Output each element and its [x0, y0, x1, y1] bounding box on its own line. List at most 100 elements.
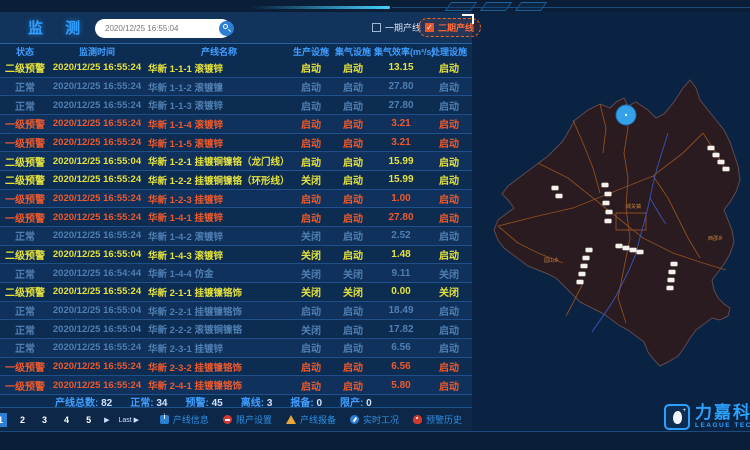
site-marker[interactable] [671, 262, 678, 266]
row-time: 2020/12/25 16:55:24 [50, 62, 144, 73]
table-row[interactable]: 正常2020/12/25 16:55:24华新 1-4-2 滚镀锌关闭启动2.5… [0, 227, 472, 246]
table-rows: 二级预警2020/12/25 16:55:24华新 1-1-1 滚镀锌启动启动1… [0, 59, 472, 395]
city-map[interactable]: 城关镇园山乡西邵乡 [478, 58, 748, 378]
row-production-state: 关闭 [290, 284, 332, 299]
table-row[interactable]: 正常2020/12/25 16:54:44华新 1-4-4 仿金关闭关闭9.11… [0, 264, 472, 283]
site-marker[interactable] [556, 194, 563, 198]
table-row[interactable]: 正常2020/12/25 16:55:04华新 2-2-1 挂镀镍铬饰启动启动1… [0, 302, 472, 321]
legend-buttons: 产线信息 限产设置 产线报备 实时工况 预警历史 [160, 413, 462, 426]
site-marker[interactable] [708, 146, 715, 150]
legend-ic-realtime[interactable]: 实时工况 [350, 413, 399, 426]
alert-marker-icon[interactable] [616, 105, 636, 125]
site-marker[interactable] [669, 270, 676, 274]
table-row[interactable]: 二级预警2020/12/25 16:55:04华新 1-2-1 挂镀铜镍铬（龙门… [0, 152, 472, 171]
legend-label: 实时工况 [363, 413, 399, 426]
site-marker[interactable] [605, 192, 612, 196]
row-status: 一级预警 [0, 210, 50, 225]
row-line-name: 华新 1-2-3 挂镀锌 [144, 192, 290, 206]
logo-en-text: LEAGUE TECH [695, 423, 750, 430]
site-marker[interactable] [606, 210, 613, 214]
table-row[interactable]: 二级预警2020/12/25 16:55:24华新 2-1-1 挂镀镍铬饰关闭关… [0, 283, 472, 302]
row-treatment-state: 启动 [428, 303, 470, 318]
site-marker[interactable] [630, 248, 637, 252]
table-row[interactable]: 一级预警2020/12/25 16:55:24华新 1-2-3 挂镀锌启动启动1… [0, 190, 472, 209]
last-page-button[interactable]: Last ▶ [118, 416, 139, 424]
row-efficiency: 1.00 [374, 193, 428, 204]
site-marker[interactable] [603, 201, 610, 205]
col-efficiency: 集气效率(m³/s) [374, 45, 428, 58]
site-marker[interactable] [605, 219, 612, 223]
table-row[interactable]: 二级预警2020/12/25 16:55:04华新 1-4-3 滚镀锌关闭启动1… [0, 246, 472, 265]
row-line-name: 华新 1-4-4 仿金 [144, 266, 290, 280]
site-marker[interactable] [552, 186, 559, 190]
row-treatment-state: 启动 [428, 359, 470, 374]
site-marker[interactable] [581, 264, 588, 268]
site-marker[interactable] [579, 272, 586, 276]
legend-ic-alarm[interactable]: 预警历史 [413, 413, 462, 426]
page-button[interactable]: 4 [60, 413, 73, 427]
page-button[interactable]: 1 [0, 413, 7, 427]
next-page-button[interactable]: ▶ [104, 416, 109, 424]
table-row[interactable]: 一级预警2020/12/25 16:55:24华新 1-1-5 滚镀锌启动启动3… [0, 134, 472, 153]
site-marker[interactable] [583, 256, 590, 260]
row-line-name: 华新 1-4-1 挂镀锌 [144, 210, 290, 224]
site-marker[interactable] [668, 278, 675, 282]
site-marker[interactable] [723, 167, 730, 171]
col-line-name: 产线名称 [144, 45, 290, 58]
row-gas-state: 启动 [332, 98, 374, 113]
alarm-bell-icon [413, 415, 422, 424]
table-row[interactable]: 一级预警2020/12/25 16:55:24华新 1-1-4 滚镀锌启动启动3… [0, 115, 472, 134]
site-marker[interactable] [637, 250, 644, 254]
table-row[interactable]: 一级预警2020/12/25 16:55:24华新 2-3-2 挂镀镍铬饰启动启… [0, 358, 472, 377]
site-marker[interactable] [586, 248, 593, 252]
site-marker[interactable] [713, 153, 720, 157]
row-treatment-state: 启动 [428, 116, 470, 131]
page-button[interactable]: 3 [38, 413, 51, 427]
table-row[interactable]: 一级预警2020/12/25 16:55:24华新 2-4-1 挂镀镍铬饰启动启… [0, 376, 472, 395]
site-marker[interactable] [623, 246, 630, 250]
site-marker[interactable] [616, 244, 623, 248]
row-time: 2020/12/25 16:55:24 [50, 212, 144, 223]
table-row[interactable]: 正常2020/12/25 16:55:24华新 1-1-2 滚镀镍启动启动27.… [0, 78, 472, 97]
table-row[interactable]: 正常2020/12/25 16:55:24华新 2-3-1 挂镀锌启动启动6.5… [0, 339, 472, 358]
legend-ic-report[interactable]: 产线报备 [286, 413, 336, 426]
row-production-state: 启动 [290, 191, 332, 206]
phase1-label: 一期产线 [385, 21, 421, 34]
col-production: 生产设施 [290, 45, 332, 58]
row-line-name: 华新 2-1-1 挂镀镍铬饰 [144, 285, 290, 299]
table-row[interactable]: 正常2020/12/25 16:55:04华新 2-2-2 滚镀铜镍铬关闭启动1… [0, 320, 472, 339]
top-decor-strip [0, 0, 750, 12]
row-production-state: 启动 [290, 79, 332, 94]
page-button[interactable]: 5 [82, 413, 95, 427]
table-row[interactable]: 二级预警2020/12/25 16:55:24华新 1-1-1 滚镀锌启动启动1… [0, 59, 472, 78]
table-row[interactable]: 一级预警2020/12/25 16:55:24华新 1-4-1 挂镀锌启动启动2… [0, 208, 472, 227]
map-place-label: 园山乡 [544, 257, 559, 264]
search-icon[interactable] [219, 21, 234, 36]
site-marker[interactable] [718, 160, 725, 164]
row-efficiency: 18.49 [374, 305, 428, 316]
row-time: 2020/12/25 16:55:24 [50, 193, 144, 204]
legend-label: 产线信息 [173, 413, 209, 426]
panel-header: 监 测 一期产线 ✓ 二期产线 [0, 12, 472, 44]
site-marker[interactable] [577, 280, 584, 284]
decor-slot [515, 2, 547, 11]
row-treatment-state: 启动 [428, 172, 470, 187]
row-line-name: 华新 1-4-3 滚镀锌 [144, 248, 290, 262]
page-button[interactable]: 2 [16, 413, 29, 427]
phase1-checkbox[interactable]: 一期产线 [372, 21, 421, 34]
row-treatment-state: 启动 [428, 154, 470, 169]
table-row[interactable]: 二级预警2020/12/25 16:55:24华新 1-2-2 挂镀铜镍铬（环形… [0, 171, 472, 190]
decor-slot [480, 2, 512, 11]
site-marker[interactable] [602, 183, 609, 187]
search-handle [228, 29, 231, 32]
row-line-name: 华新 1-1-5 滚镀锌 [144, 136, 290, 150]
search-input[interactable] [95, 24, 219, 33]
row-gas-state: 启动 [332, 340, 374, 355]
site-marker[interactable] [667, 286, 674, 290]
pagination: 12345 ▶ Last ▶ [0, 413, 139, 427]
info-square-icon [160, 415, 169, 424]
row-gas-state: 启动 [332, 247, 374, 262]
legend-ic-info[interactable]: 产线信息 [160, 413, 209, 426]
table-row[interactable]: 正常2020/12/25 16:55:24华新 1-1-3 滚镀锌启动启动27.… [0, 96, 472, 115]
legend-ic-limit[interactable]: 限产设置 [223, 413, 272, 426]
